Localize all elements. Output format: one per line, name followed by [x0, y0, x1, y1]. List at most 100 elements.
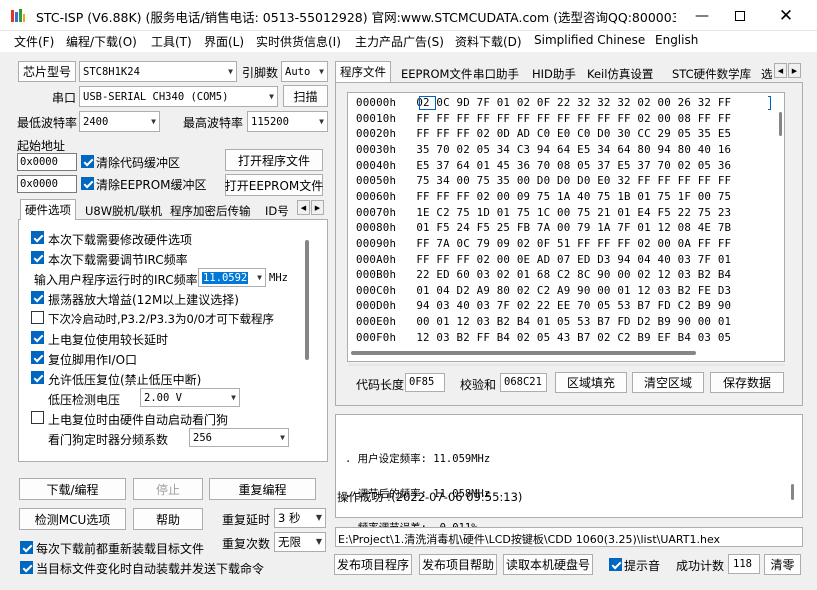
cold-boot-checkbox[interactable] — [31, 311, 44, 327]
hex-bytes: 22 ED 60 03 02 01 68 C2 8C 90 00 02 12 0… — [416, 268, 732, 282]
hex-hscrollbar[interactable] — [351, 351, 696, 355]
hex-address: 00030h — [356, 142, 397, 156]
hex-bytes: FF 7A 0C 79 09 02 0F 51 FF FF FF 02 00 0… — [416, 236, 732, 250]
tab-scroll-left-icon[interactable]: ◀ — [297, 200, 310, 215]
hex-bytes: FF FF FF 02 00 0E AD 07 ED D3 94 04 40 0… — [416, 252, 732, 266]
tab-scroll-right-icon[interactable]: ▶ — [788, 63, 801, 78]
hex-address: 000A0h — [356, 252, 397, 266]
clear-area-button[interactable]: 清空区域 — [632, 372, 704, 393]
save-data-button[interactable]: 保存数据 — [710, 372, 784, 393]
hex-address: 00060h — [356, 189, 397, 203]
hex-address: 000C0h — [356, 283, 397, 297]
stop-button[interactable]: 停止 — [133, 478, 203, 500]
reload-each-checkbox[interactable] — [20, 541, 33, 557]
chevron-down-icon: ▼ — [151, 116, 156, 126]
wdt-checkbox[interactable] — [31, 411, 44, 427]
irc-freq-select[interactable]: 11.0592 ▼ — [198, 268, 266, 287]
min-baud-select[interactable]: 2400 ▼ — [79, 111, 160, 132]
max-baud-label: 最高波特率 — [183, 116, 244, 130]
sound-checkbox[interactable] — [609, 558, 622, 574]
chip-type-select[interactable]: STC8H1K24 ▼ — [79, 61, 237, 82]
fill-area-button[interactable]: 区域填充 — [555, 372, 627, 393]
hex-row: 00070h 1E C2 75 1D 01 75 1C 00 75 21 01 … — [356, 206, 731, 219]
tab-hardware[interactable]: 硬件选项 — [20, 199, 76, 220]
hex-address: 000D0h — [356, 299, 397, 313]
chip-type-button[interactable]: 芯片型号 — [18, 61, 76, 82]
chevron-down-icon: ▼ — [280, 432, 285, 442]
hex-address: 00010h — [356, 111, 397, 125]
irc-freq-value: 11.0592 — [202, 271, 249, 284]
wdt-div-value: 256 — [193, 431, 212, 444]
chevron-down-icon: ▼ — [315, 513, 322, 523]
read-hdd-button[interactable]: 读取本机硬盘号 — [503, 554, 593, 575]
menu-program[interactable]: 编程/下载(O) — [66, 33, 137, 50]
log-line: . 用户设定频率: 11.059MHz — [345, 453, 491, 465]
detect-mcu-button[interactable]: 检测MCU选项 — [19, 508, 126, 530]
adjust-irc-checkbox[interactable] — [31, 251, 44, 267]
help-button[interactable]: 帮助 — [133, 508, 203, 530]
download-button[interactable]: 下载/编程 — [19, 478, 126, 500]
chevron-down-icon: ▼ — [231, 392, 236, 402]
repeat-count-select[interactable]: 无限 ▼ — [274, 532, 326, 552]
modify-hw-label: 本次下载需要修改硬件选项 — [48, 233, 193, 247]
chevron-down-icon: ▼ — [257, 272, 262, 282]
tab-u8w[interactable]: U8W脱机/联机 — [80, 200, 167, 222]
auto-reload-checkbox[interactable] — [20, 561, 33, 577]
menu-docs[interactable]: 资料下载(D) — [455, 33, 522, 50]
menu-lang-en[interactable]: English — [655, 33, 698, 47]
clear-code-checkbox[interactable] — [81, 155, 94, 171]
tab-program-file[interactable]: 程序文件 — [335, 61, 391, 83]
reset-count-button[interactable]: 清零 — [764, 554, 801, 575]
menu-interface[interactable]: 界面(L) — [204, 33, 244, 50]
options-scrollbar[interactable] — [305, 240, 309, 360]
hex-bytes: 35 70 02 05 34 C3 94 64 E5 34 64 80 94 8… — [416, 142, 732, 156]
hex-vscrollbar[interactable] — [779, 112, 782, 136]
osc-gain-checkbox[interactable] — [31, 291, 44, 307]
open-program-button[interactable]: 打开程序文件 — [225, 149, 323, 171]
menu-file[interactable]: 文件(F) — [14, 33, 54, 50]
publish-program-button[interactable]: 发布项目程序 — [334, 554, 412, 575]
pins-select[interactable]: Auto ▼ — [281, 61, 328, 82]
hex-row: 000E0h 00 01 12 03 B2 B4 01 05 53 B7 FD … — [356, 315, 731, 328]
menu-tools[interactable]: 工具(T) — [151, 33, 192, 50]
modify-hw-checkbox[interactable] — [31, 231, 44, 247]
max-baud-value: 115200 — [251, 115, 289, 128]
min-baud-value: 2400 — [83, 115, 109, 128]
tab-id[interactable]: ID号 — [260, 200, 296, 222]
menu-lang-cn[interactable]: Simplified Chinese — [534, 33, 645, 47]
repeat-program-button[interactable]: 重复编程 — [209, 478, 316, 500]
tab-scroll-right-icon[interactable]: ▶ — [311, 200, 324, 215]
min-baud-label: 最低波特率 — [17, 116, 78, 130]
menu-ads[interactable]: 主力产品广告(S) — [355, 33, 444, 50]
max-baud-select[interactable]: 115200 ▼ — [247, 111, 328, 132]
hex-bytes: 02 0C 9D 7F 01 02 0F 22 32 32 32 02 00 2… — [416, 96, 732, 109]
code-addr-input[interactable]: 0x0000 — [17, 153, 77, 171]
hex-address: 00070h — [356, 205, 397, 219]
open-eeprom-button[interactable]: 打开EEPROM文件 — [225, 174, 323, 196]
reset-io-checkbox[interactable] — [31, 351, 44, 367]
irc-unit: MHz — [269, 272, 288, 284]
hex-bytes: FF FF FF 02 0D AD C0 E0 C0 D0 30 CC 29 0… — [416, 127, 732, 141]
tab-encrypt[interactable]: 程序加密后传输 — [165, 200, 256, 222]
repeat-delay-select[interactable]: 3 秒 ▼ — [274, 508, 326, 528]
app-icon — [10, 8, 26, 24]
log-scrollbar[interactable] — [791, 484, 794, 500]
lvr-label: 允许低压复位(禁止低压中断) — [48, 373, 202, 387]
wdt-div-select[interactable]: 256 ▼ — [189, 428, 289, 447]
eeprom-addr-input[interactable]: 0x0000 — [17, 175, 77, 193]
port-select[interactable]: USB-SERIAL CH340 (COM5) ▼ — [79, 86, 278, 107]
lvr-checkbox[interactable] — [31, 371, 44, 387]
scan-button[interactable]: 扫描 — [283, 85, 328, 107]
lvd-select[interactable]: 2.00 V ▼ — [140, 388, 240, 407]
hex-editor[interactable]: 00000h 02 0C 9D 7F 01 02 0F 22 32 32 32 … — [347, 92, 785, 362]
clear-eeprom-checkbox[interactable] — [81, 177, 94, 193]
checksum-value: 068C21 — [500, 373, 547, 392]
tab-scroll-left-icon[interactable]: ◀ — [774, 63, 787, 78]
publish-help-button[interactable]: 发布项目帮助 — [419, 554, 497, 575]
maximize-button[interactable] — [717, 0, 763, 31]
hex-address: 00090h — [356, 236, 397, 250]
menu-stock[interactable]: 实时供货信息(I) — [256, 33, 341, 50]
close-button[interactable]: ✕ — [763, 0, 809, 31]
code-length-value: 0F85 — [405, 373, 445, 392]
long-reset-checkbox[interactable] — [31, 331, 44, 347]
